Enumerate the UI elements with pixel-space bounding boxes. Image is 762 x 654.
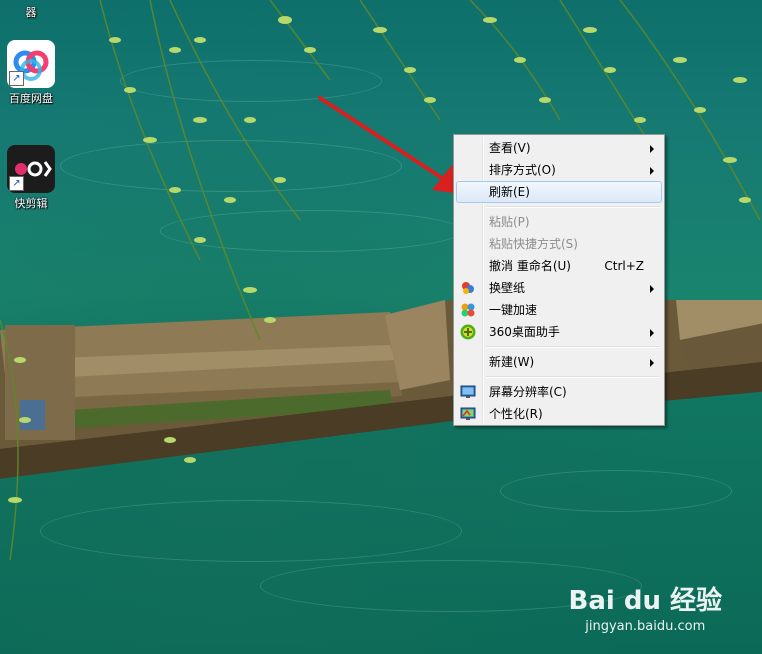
submenu-arrow-icon: [650, 145, 654, 153]
wallpaper-icon: [462, 282, 474, 294]
submenu-arrow-icon: [650, 329, 654, 337]
desktop-label-fragment: 器: [0, 4, 62, 20]
menu-item-paste-shortcut[interactable]: 粘贴快捷方式(S): [456, 233, 662, 255]
menu-separator: [486, 376, 660, 378]
menu-item-screen-resolution[interactable]: 屏幕分辨率(C): [456, 381, 662, 403]
menu-item-label: 撤消 重命名(U): [489, 259, 571, 273]
menu-item-paste[interactable]: 粘贴(P): [456, 211, 662, 233]
menu-item-label: 360桌面助手: [489, 325, 560, 339]
menu-item-label: 查看(V): [489, 141, 531, 155]
menu-item-refresh[interactable]: 刷新(E): [456, 181, 662, 203]
submenu-arrow-icon: [650, 167, 654, 175]
menu-item-label: 粘贴快捷方式(S): [489, 237, 578, 251]
menu-item-sort-by[interactable]: 排序方式(O): [456, 159, 662, 181]
shortcut-arrow-icon: ↗: [9, 71, 24, 86]
360-assistant-icon: [460, 324, 476, 340]
desktop-icon-label: 百度网盘: [9, 92, 53, 105]
shortcut-arrow-icon: ↗: [9, 176, 24, 191]
baidu-jingyan-watermark: Bai du 经验 jingyan.baidu.com: [569, 580, 723, 634]
watermark-url: jingyan.baidu.com: [585, 619, 706, 634]
menu-item-change-wallpaper[interactable]: 换壁纸: [456, 277, 662, 299]
screen-resolution-icon: [460, 385, 476, 398]
kuaijianji-icon: ↗: [7, 145, 55, 193]
watermark-brand: Bai du 经验: [568, 586, 723, 616]
menu-item-personalize[interactable]: 个性化(R): [456, 403, 662, 425]
menu-item-360-desktop-assistant[interactable]: 360桌面助手: [456, 321, 662, 343]
menu-item-label: 新建(W): [489, 355, 535, 369]
menu-separator: [486, 206, 660, 208]
menu-item-undo-rename[interactable]: 撤消 重命名(U) Ctrl+Z: [456, 255, 662, 277]
menu-item-label: 粘贴(P): [489, 215, 530, 229]
desktop-icon-label: 快剪辑: [14, 197, 48, 210]
menu-item-label: 换壁纸: [489, 281, 526, 295]
menu-item-view[interactable]: 查看(V): [456, 137, 662, 159]
menu-item-label: 个性化(R): [489, 407, 543, 421]
menu-item-label: 屏幕分辨率(C): [489, 385, 567, 399]
desktop-icon-kuaijianji[interactable]: ↗ 快剪辑: [0, 145, 62, 211]
menu-item-label: 刷新(E): [489, 185, 530, 199]
baidu-netdisk-icon: ↗: [7, 40, 55, 88]
speedup-icon: [461, 303, 475, 317]
menu-item-label: 排序方式(O): [489, 163, 556, 177]
menu-separator: [486, 346, 660, 348]
context-menu: 查看(V) 排序方式(O) 刷新(E) 粘贴(P) 粘贴快捷方式(S) 撤消 重…: [453, 134, 665, 426]
menu-item-new[interactable]: 新建(W): [456, 351, 662, 373]
menu-item-label: 一键加速: [489, 303, 538, 317]
personalize-icon: [460, 407, 476, 420]
menu-item-one-click-speedup[interactable]: 一键加速: [456, 299, 662, 321]
desktop-background[interactable]: 器 ↗ 百度网盘 ↗ 快剪辑 查看(V) 排序方式(O) 刷新(E) 粘贴(P)…: [0, 0, 762, 654]
submenu-arrow-icon: [650, 285, 654, 293]
submenu-arrow-icon: [650, 359, 654, 367]
menu-shortcut-text: Ctrl+Z: [604, 259, 644, 273]
desktop-icon-baidu-netdisk[interactable]: ↗ 百度网盘: [0, 40, 62, 106]
fragment-text: 器: [25, 6, 37, 19]
